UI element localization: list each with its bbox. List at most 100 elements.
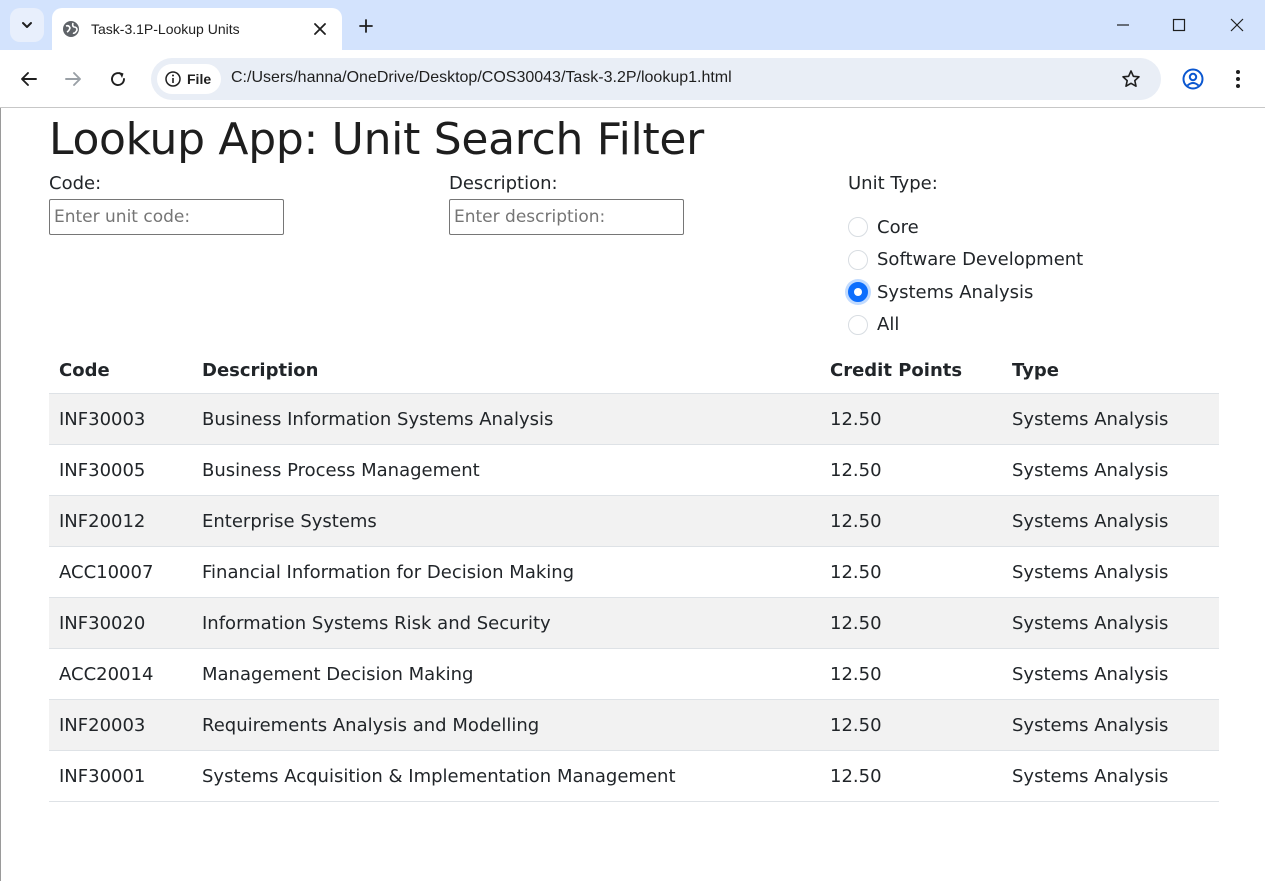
unit-description-cell: Information Systems Risk and Security	[192, 597, 820, 650]
unit-code-cell: INF30003	[49, 393, 192, 446]
table-row: INF30003 Business Information Systems Ana…	[49, 393, 1219, 446]
arrow-right-icon	[65, 72, 81, 86]
table-row: ACC10007 Financial Information for Decisi…	[49, 546, 1219, 599]
unit-type-cell: Systems Analysis	[1002, 750, 1219, 803]
credit-points-cell: 12.50	[820, 444, 1002, 497]
tab-title: Task-3.1P-Lookup Units	[91, 21, 240, 37]
chevron-down-icon	[22, 22, 32, 28]
url-text[interactable]: C:/Users/hanna/OneDrive/Desktop/COS30043…	[231, 69, 732, 87]
reload-icon	[111, 72, 125, 86]
code-input[interactable]	[49, 198, 284, 235]
new-tab-button[interactable]	[352, 12, 380, 40]
close-window-button[interactable]	[1220, 8, 1254, 42]
unit-code-cell: INF20012	[49, 495, 192, 548]
description-filter: Description:	[449, 173, 684, 235]
unit-type-option-label[interactable]: All	[877, 314, 899, 335]
browser-menu-button[interactable]	[1222, 63, 1254, 95]
address-bar[interactable]: File C:/Users/hanna/OneDrive/Desktop/COS…	[151, 58, 1161, 100]
table-row: INF20012 Enterprise Systems 12.50 Systems A…	[49, 495, 1219, 548]
units-table-body: INF30003 Business Information Systems Ana…	[49, 393, 1219, 803]
unit-type-cell: Systems Analysis	[1002, 495, 1219, 548]
unit-code-cell: INF20003	[49, 699, 192, 752]
unit-type-radio[interactable]	[848, 282, 868, 303]
unit-type-cell: Systems Analysis	[1002, 546, 1219, 599]
unit-type-option-label[interactable]: Systems Analysis	[877, 282, 1033, 303]
back-button[interactable]	[13, 63, 45, 95]
unit-description-cell: Enterprise Systems	[192, 495, 820, 548]
table-row: INF20003 Requirements Analysis and Modell…	[49, 699, 1219, 752]
close-icon	[1230, 18, 1244, 32]
unit-code-cell: ACC20014	[49, 648, 192, 701]
star-icon	[1122, 70, 1140, 87]
maximize-icon	[1172, 18, 1186, 32]
unit-type-filter: Unit Type: Core Software Development Syste…	[848, 173, 1083, 341]
table-row: ACC20014 Management Decision Making 12.50 S…	[49, 648, 1219, 701]
unit-description-cell: Business Information Systems Analysis	[192, 393, 820, 446]
credit-points-cell: 12.50	[820, 648, 1002, 701]
unit-type-option-software-development[interactable]: Software Development	[848, 243, 1083, 276]
unit-type-cell: Systems Analysis	[1002, 444, 1219, 497]
close-tab-icon[interactable]	[310, 19, 330, 39]
plus-icon	[359, 19, 373, 33]
description-input[interactable]	[449, 198, 684, 235]
credit-points-cell: 12.50	[820, 750, 1002, 803]
globe-icon	[62, 20, 80, 38]
credit-points-cell: 12.50	[820, 597, 1002, 650]
reload-button[interactable]	[102, 63, 134, 95]
window-border	[0, 108, 1, 881]
unit-code-cell: INF30001	[49, 750, 192, 803]
browser-tab[interactable]: Task-3.1P-Lookup Units	[52, 8, 342, 50]
forward-button[interactable]	[57, 63, 89, 95]
unit-type-option-systems-analysis[interactable]: Systems Analysis	[848, 276, 1083, 309]
unit-type-cell: Systems Analysis	[1002, 648, 1219, 701]
unit-type-radio[interactable]	[848, 249, 868, 270]
code-label: Code:	[49, 172, 102, 194]
filter-form: Code: Description: Unit Type: Core Softwa…	[49, 173, 1219, 343]
unit-type-radio[interactable]	[848, 314, 868, 335]
table-row: INF30005 Business Process Management 12.50…	[49, 444, 1219, 497]
unit-description-cell: Management Decision Making	[192, 648, 820, 701]
unit-type-cell: Systems Analysis	[1002, 393, 1219, 446]
unit-code-cell: INF30020	[49, 597, 192, 650]
maximize-button[interactable]	[1162, 8, 1196, 42]
table-row: INF30001 Systems Acquisition & Implementa…	[49, 750, 1219, 803]
arrow-left-icon	[21, 72, 37, 86]
credit-points-cell: 12.50	[820, 546, 1002, 599]
site-info-chip[interactable]: File	[157, 64, 221, 94]
description-label: Description:	[449, 172, 558, 194]
more-vertical-icon	[1236, 70, 1240, 88]
credit-points-cell: 12.50	[820, 393, 1002, 446]
table-header-row: Code Description Credit Points Type	[49, 346, 1219, 395]
unit-code-cell: ACC10007	[49, 546, 192, 599]
unit-type-option-label[interactable]: Core	[877, 217, 919, 238]
page-title: Lookup App: Unit Search Filter	[49, 114, 704, 165]
unit-type-radio-group: Core Software Development Systems Analysis…	[848, 211, 1083, 341]
unit-description-cell: Requirements Analysis and Modelling	[192, 699, 820, 752]
unit-type-option-core[interactable]: Core	[848, 211, 1083, 244]
column-header-code: Code	[49, 346, 192, 395]
column-header-type: Type	[1002, 346, 1219, 395]
account-circle-icon	[1182, 68, 1204, 90]
unit-description-cell: Business Process Management	[192, 444, 820, 497]
minimize-icon	[1117, 24, 1129, 26]
page-content: Lookup App: Unit Search Filter Code: Des…	[49, 108, 1219, 803]
tab-search-button[interactable]	[10, 8, 44, 42]
site-chip-label: File	[187, 71, 212, 87]
unit-type-option-label[interactable]: Software Development	[877, 249, 1083, 270]
column-header-credit-points: Credit Points	[820, 346, 1002, 395]
unit-description-cell: Financial Information for Decision Makin…	[192, 546, 820, 599]
bookmark-button[interactable]	[1115, 63, 1147, 95]
browser-toolbar: File C:/Users/hanna/OneDrive/Desktop/COS…	[0, 50, 1265, 108]
credit-points-cell: 12.50	[820, 495, 1002, 548]
unit-description-cell: Systems Acquisition & Implementation Man…	[192, 750, 820, 803]
unit-type-label: Unit Type:	[848, 172, 938, 194]
minimize-button[interactable]	[1106, 8, 1140, 42]
profile-button[interactable]	[1177, 63, 1209, 95]
unit-code-cell: INF30005	[49, 444, 192, 497]
column-header-description: Description	[192, 346, 820, 395]
credit-points-cell: 12.50	[820, 699, 1002, 752]
unit-type-cell: Systems Analysis	[1002, 699, 1219, 752]
unit-type-radio[interactable]	[848, 217, 868, 238]
units-table: Code Description Credit Points Type INF3…	[49, 346, 1219, 803]
unit-type-option-all[interactable]: All	[848, 308, 1083, 341]
